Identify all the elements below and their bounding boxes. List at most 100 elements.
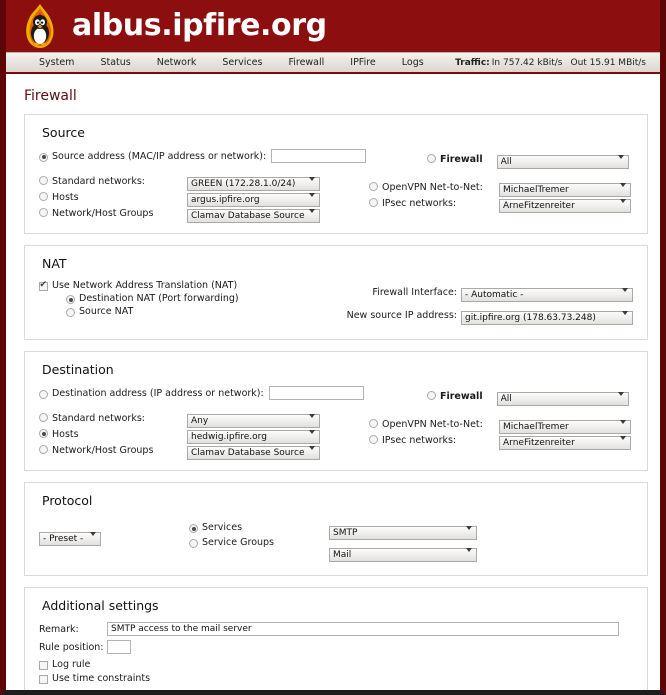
destination-groups-radio[interactable] — [39, 445, 48, 454]
service-select[interactable]: SMTP — [329, 526, 477, 540]
traffic-status: Traffic: In 757.42 kBit/s Out 15.91 MBit/s — [455, 58, 654, 68]
log-rule-row: Log rule — [39, 658, 633, 671]
nav-item-network[interactable]: Network — [144, 57, 210, 68]
new-source-ip-label: New source IP address: — [346, 309, 457, 321]
source-standard-networks-row: Standard networks: GREEN (172.28.1.0/24) — [39, 174, 369, 191]
time-constraints-row: Use time constraints — [39, 672, 633, 685]
source-groups-select[interactable]: Clamav Database Sources — [187, 209, 320, 223]
nav-item-status[interactable]: Status — [87, 57, 143, 68]
firewall-interface-select-wrap: - Automatic - — [461, 282, 633, 302]
source-firewall-radio[interactable] — [427, 154, 436, 163]
firewall-interface-select[interactable]: - Automatic - — [461, 288, 633, 302]
log-rule-checkbox[interactable] — [39, 661, 48, 670]
service-select-wrap: SMTP — [329, 520, 477, 540]
rule-position-label: Rule position: — [39, 641, 104, 653]
nav-item-list: System Status Network Services Firewall … — [26, 57, 437, 68]
destination-standard-networks-row: Standard networks: Any — [39, 411, 369, 428]
nav-item-ipfire[interactable]: IPFire — [337, 57, 389, 68]
destination-address-label: Destination address (IP address or netwo… — [52, 387, 264, 399]
source-ipsec-row: IPsec networks: ArneFitzenreiter — [369, 196, 633, 213]
destination-address-input[interactable] — [268, 386, 364, 400]
source-hosts-label: Hosts — [52, 192, 79, 203]
protocol-preset-select-wrap: - Preset - — [39, 526, 101, 546]
dnat-label: Destination NAT (Port forwarding) — [79, 293, 239, 304]
source-groups-row: Network/Host Groups Clamav Database Sour… — [39, 206, 369, 223]
destination-address-radio[interactable] — [39, 389, 48, 399]
source-address-radio[interactable] — [39, 152, 48, 162]
protocol-mode-group: Services Service Groups — [189, 519, 329, 551]
ipfire-tux-flame-logo — [18, 3, 62, 49]
use-nat-checkbox[interactable] — [39, 279, 48, 291]
destination-groups-row: Network/Host Groups Clamav Database Sour… — [39, 440, 369, 460]
source-hosts-radio[interactable] — [39, 192, 48, 201]
source-firewall-select[interactable]: All — [496, 155, 629, 169]
destination-openvpn-radio[interactable] — [369, 419, 378, 428]
service-group-select[interactable]: Mail — [329, 548, 477, 562]
source-ipsec-select[interactable]: ArneFitzenreiter — [499, 199, 631, 213]
additional-settings-section: Additional settings Remark: Rule positio… — [24, 587, 648, 690]
dnat-radio[interactable] — [66, 295, 75, 304]
destination-ipsec-row: IPsec networks: ArneFitzenreiter — [369, 433, 633, 450]
traffic-out-value: Out 15.91 MBit/s — [570, 57, 647, 68]
traffic-label: Traffic: — [455, 57, 490, 68]
nav-item-firewall[interactable]: Firewall — [275, 57, 337, 68]
source-address-label: Source address (MAC/IP address or networ… — [52, 150, 267, 162]
destination-ipsec-radio[interactable] — [369, 435, 378, 444]
protocol-preset-select[interactable]: - Preset - — [39, 532, 101, 546]
source-standard-networks-radio[interactable] — [39, 176, 48, 185]
use-nat-label: Use Network Address Translation (NAT) — [52, 280, 238, 291]
firewall-interface-label: Firewall Interface: — [372, 286, 457, 298]
destination-hosts-radio[interactable] — [39, 429, 48, 438]
remark-label: Remark: — [39, 623, 79, 635]
protocol-preset-wrap: - Preset - — [39, 519, 189, 546]
source-groups-radio[interactable] — [39, 208, 48, 217]
service-group-select-wrap: Mail — [329, 542, 477, 562]
new-source-ip-select-wrap: git.ipfire.org (178.63.73.248) — [461, 305, 633, 325]
destination-address-row: Destination address (IP address or netwo… — [39, 386, 369, 400]
source-openvpn-row: OpenVPN Net-to-Net: MichaelTremer — [369, 180, 633, 197]
source-openvpn-radio[interactable] — [369, 182, 378, 191]
nat-mode-group: Destination NAT (Port forwarding) Source… — [39, 292, 347, 318]
snat-radio[interactable] — [66, 308, 75, 317]
rule-position-row: Rule position: — [39, 640, 633, 654]
hostname-title: albus.ipfire.org — [72, 8, 327, 43]
form-container: Source Source address (MAC/IP address or… — [6, 114, 660, 690]
destination-firewall-radio[interactable] — [427, 391, 436, 400]
destination-firewall-select[interactable]: All — [496, 392, 629, 406]
page-title: Firewall — [24, 88, 77, 104]
source-groups-label-wrap: Network/Host Groups — [39, 207, 187, 219]
source-address-input[interactable] — [271, 149, 367, 163]
destination-openvpn-label-wrap: OpenVPN Net-to-Net: — [369, 418, 499, 430]
time-constraints-label: Use time constraints — [52, 673, 151, 684]
ipfire-webgui-page: albus.ipfire.org System Status Network S… — [0, 0, 666, 695]
source-hosts-label-wrap: Hosts — [39, 191, 187, 203]
protocol-section: Protocol - Preset - Services Service Gro… — [24, 482, 648, 576]
source-groups-label: Network/Host Groups — [52, 208, 154, 219]
destination-ipsec-select[interactable]: ArneFitzenreiter — [499, 436, 631, 450]
destination-groups-select-wrap: Clamav Database Sources — [187, 440, 320, 460]
destination-hosts-label: Hosts — [52, 429, 79, 440]
nav-item-system[interactable]: System — [26, 57, 87, 68]
nav-item-services[interactable]: Services — [209, 57, 275, 68]
nav-item-logs[interactable]: Logs — [389, 57, 437, 68]
snat-label: Source NAT — [79, 306, 134, 317]
services-radio[interactable] — [189, 524, 198, 533]
remark-input[interactable] — [107, 622, 619, 636]
dnat-row: Destination NAT (Port forwarding) — [66, 292, 347, 305]
destination-openvpn-label: OpenVPN Net-to-Net: — [382, 419, 483, 430]
destination-ipsec-label-wrap: IPsec networks: — [369, 434, 499, 446]
destination-groups-select[interactable]: Clamav Database Sources — [187, 446, 320, 460]
firewall-interface-row: Firewall Interface: - Automatic - — [347, 282, 633, 302]
source-standard-networks-label-wrap: Standard networks: — [39, 175, 187, 187]
destination-standard-networks-radio[interactable] — [39, 413, 48, 422]
service-groups-radio[interactable] — [189, 539, 198, 548]
service-groups-row: Service Groups — [189, 536, 329, 549]
nat-section: NAT Use Network Address Translation (NAT… — [24, 245, 648, 340]
time-constraints-checkbox[interactable] — [39, 675, 48, 684]
source-ipsec-radio[interactable] — [369, 198, 378, 207]
source-ipsec-label: IPsec networks: — [382, 198, 457, 209]
rule-position-input[interactable] — [107, 640, 131, 654]
traffic-in-value: In 757.42 kBit/s — [491, 57, 563, 68]
source-firewall-row: Firewall All — [369, 149, 633, 169]
new-source-ip-select[interactable]: git.ipfire.org (178.63.73.248) — [461, 311, 633, 325]
